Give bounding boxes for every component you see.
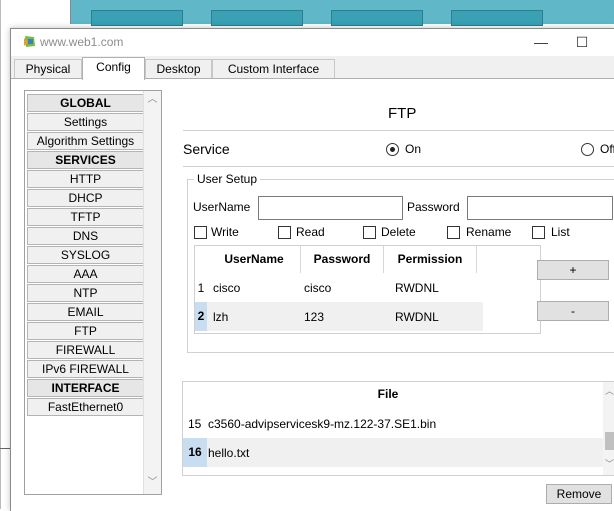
password-label: Password: [407, 200, 460, 214]
sidebar-item-aaa[interactable]: AAA: [27, 265, 144, 283]
scroll-up-arrow-icon[interactable]: ︿: [603, 384, 614, 397]
background-workspace: [70, 0, 614, 26]
column-header-username[interactable]: UserName: [208, 246, 301, 273]
table-row[interactable]: 1 cisco cisco RWDNL: [195, 274, 485, 302]
service-divider: [183, 166, 614, 167]
sidebar-item-ftp[interactable]: FTP: [27, 322, 144, 340]
sidebar-item-email[interactable]: EMAIL: [27, 303, 144, 321]
scroll-down-arrow-icon[interactable]: ﹀: [603, 457, 614, 470]
sidebar-item-syslog[interactable]: SYSLOG: [27, 246, 144, 264]
sidebar-item-ipv6-firewall[interactable]: IPv6 FIREWALL: [27, 360, 144, 378]
tab-physical[interactable]: Physical: [14, 59, 82, 79]
maximize-button[interactable]: ☐: [567, 32, 597, 52]
row-username: lzh: [213, 310, 229, 324]
row-index: 1: [197, 281, 205, 295]
row-password: 123: [304, 310, 325, 324]
column-header-permission[interactable]: Permission: [384, 246, 477, 273]
file-list-scrollbar[interactable]: ︿ ﹀: [603, 382, 614, 475]
sidebar-item-algorithm-settings[interactable]: Algorithm Settings: [27, 132, 144, 150]
username-input[interactable]: [258, 196, 403, 220]
background-device-thumbnail: [331, 10, 423, 26]
background-device-thumbnail: [211, 10, 303, 26]
row-permission: RWDNL: [395, 310, 439, 324]
tab-bar: Physical Config Desktop Custom Interface: [11, 57, 614, 80]
service-label: Service: [183, 141, 230, 157]
row-index: 2: [195, 302, 207, 331]
file-index: 16: [183, 438, 207, 467]
minimize-button[interactable]: —: [526, 32, 556, 52]
sidebar-header-services[interactable]: SERVICES: [27, 151, 144, 169]
scroll-thumb[interactable]: [605, 432, 614, 450]
table-row[interactable]: 2 lzh 123 RWDNL: [195, 302, 483, 331]
packet-tracer-app-icon: [24, 36, 35, 47]
rename-label: Rename: [466, 225, 512, 239]
username-label: UserName: [193, 200, 251, 214]
scroll-up-arrow-icon[interactable]: ︿: [144, 92, 161, 108]
row-username: cisco: [213, 281, 241, 295]
list-checkbox[interactable]: [532, 226, 545, 239]
rename-checkbox[interactable]: [447, 226, 460, 239]
file-index: 15: [188, 417, 202, 431]
tab-custom-interface[interactable]: Custom Interface: [212, 59, 335, 79]
device-config-window: www.web1.com — ☐ Physical Config Desktop…: [10, 28, 614, 511]
column-header-password[interactable]: Password: [301, 246, 384, 273]
row-permission: RWDNL: [395, 281, 439, 295]
sidebar-item-settings[interactable]: Settings: [27, 113, 144, 131]
background-device-thumbnail: [451, 10, 543, 26]
tab-config[interactable]: Config: [82, 57, 145, 80]
file-name: c3560-advipservicesk9-mz.122-37.SE1.bin: [208, 417, 437, 431]
file-list: File 15 c3560-advipservicesk9-mz.122-37.…: [182, 381, 614, 476]
read-checkbox[interactable]: [278, 226, 291, 239]
row-password: cisco: [304, 281, 332, 295]
scroll-down-arrow-icon[interactable]: ﹀: [144, 475, 161, 491]
title-bar[interactable]: www.web1.com — ☐: [11, 29, 614, 56]
window-title: www.web1.com: [40, 35, 124, 49]
list-item[interactable]: 16 hello.txt: [183, 438, 603, 467]
config-sidebar: GLOBAL Settings Algorithm Settings SERVI…: [24, 90, 162, 495]
sidebar-header-global[interactable]: GLOBAL: [27, 94, 144, 112]
sidebar-item-ntp[interactable]: NTP: [27, 284, 144, 302]
remove-file-button[interactable]: Remove: [546, 484, 612, 504]
user-table: UserName Password Permission 1 cisco cis…: [194, 245, 541, 334]
list-label: List: [551, 225, 570, 239]
password-input[interactable]: [467, 196, 613, 220]
delete-checkbox[interactable]: [363, 226, 376, 239]
sidebar-item-dhcp[interactable]: DHCP: [27, 189, 144, 207]
service-on-radio[interactable]: [386, 143, 399, 156]
delete-label: Delete: [381, 225, 416, 239]
title-divider: [183, 130, 614, 131]
config-panel: GLOBAL Settings Algorithm Settings SERVI…: [11, 78, 614, 511]
tab-desktop[interactable]: Desktop: [145, 59, 212, 79]
user-setup-title: User Setup: [194, 172, 261, 186]
ftp-page-title: FTP: [388, 105, 417, 122]
sidebar-item-firewall[interactable]: FIREWALL: [27, 341, 144, 359]
sidebar-item-tftp[interactable]: TFTP: [27, 208, 144, 226]
background-divider: [0, 448, 10, 449]
write-checkbox[interactable]: [194, 226, 207, 239]
add-user-button[interactable]: +: [537, 260, 609, 280]
service-off-label: Off: [600, 142, 614, 156]
service-off-radio[interactable]: [581, 143, 594, 156]
remove-user-button[interactable]: -: [537, 301, 609, 321]
sidebar-item-dns[interactable]: DNS: [27, 227, 144, 245]
file-column-header[interactable]: File: [188, 387, 588, 401]
service-on-label: On: [405, 142, 422, 156]
sidebar-header-interface[interactable]: INTERFACE: [27, 379, 144, 397]
sidebar-scrollbar[interactable]: ︿ ﹀: [143, 91, 161, 494]
write-label: Write: [211, 225, 239, 239]
list-item[interactable]: 15 c3560-advipservicesk9-mz.122-37.SE1.b…: [183, 409, 603, 437]
sidebar-item-fastethernet0[interactable]: FastEthernet0: [27, 398, 144, 416]
background-window-edge: [0, 0, 1, 509]
read-label: Read: [296, 225, 325, 239]
background-device-thumbnail: [91, 10, 183, 26]
sidebar-item-http[interactable]: HTTP: [27, 170, 144, 188]
file-name: hello.txt: [208, 446, 250, 460]
